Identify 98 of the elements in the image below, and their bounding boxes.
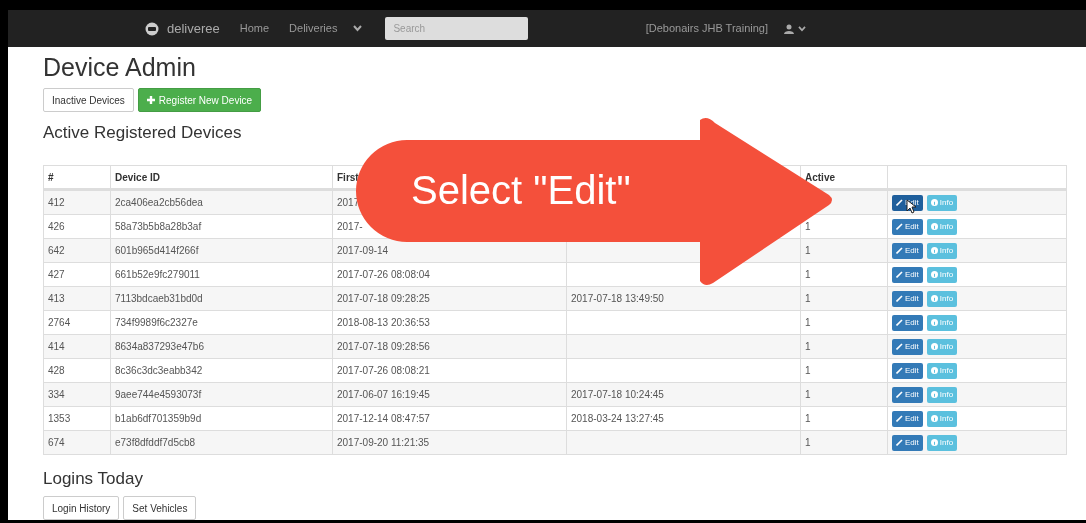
edit-button[interactable]: Edit bbox=[892, 314, 923, 331]
table-cell-text: 8634a837293e47b6 bbox=[115, 340, 204, 354]
secondary-button[interactable]: Set Vehicles bbox=[123, 496, 197, 520]
table-cell-text: 2018-08-13 20:36:53 bbox=[337, 316, 430, 330]
column-header: # bbox=[48, 170, 54, 185]
info-icon bbox=[930, 199, 938, 206]
table-cell-text: 8c36c3dc3eabb342 bbox=[115, 364, 203, 378]
table-cell-text: 413 bbox=[48, 292, 65, 306]
table-cell-text: 1 bbox=[805, 220, 811, 234]
table-cell-text: 734f9989f6c2327e bbox=[115, 316, 198, 330]
logo-icon bbox=[145, 21, 159, 36]
pencil-icon bbox=[896, 391, 903, 398]
pencil-icon bbox=[896, 319, 903, 326]
table-cell-text: 428 bbox=[48, 364, 65, 378]
table-cell-text: 58a73b5b8a28b3af bbox=[115, 220, 202, 234]
table-cell-text: 2017-07-18 09:28:56 bbox=[337, 340, 430, 354]
info-icon bbox=[930, 223, 938, 230]
pencil-icon bbox=[896, 271, 903, 278]
table-cell-text: 414 bbox=[48, 340, 65, 354]
table-cell-text: 661b52e9fc279011 bbox=[115, 268, 200, 282]
table-cell-text: 2ca406ea2cb56dea bbox=[115, 196, 203, 210]
table-cell-text: 412 bbox=[48, 196, 65, 210]
column-header: First bbox=[337, 170, 359, 185]
table-cell-text: 1 bbox=[805, 292, 811, 306]
edit-button[interactable]: Edit bbox=[892, 218, 923, 235]
table-cell-text: 334 bbox=[48, 388, 65, 402]
search-field[interactable]: Search bbox=[385, 17, 529, 40]
section-title: Logins Today bbox=[43, 468, 144, 490]
info-icon bbox=[930, 415, 938, 422]
nav-link[interactable]: Deliveries bbox=[289, 20, 338, 37]
chevron-down-icon[interactable] bbox=[353, 25, 363, 32]
info-icon bbox=[930, 367, 938, 374]
table-cell-text: 2017-07-18 13:49:50 bbox=[571, 292, 664, 306]
info-icon bbox=[930, 439, 938, 446]
edit-button[interactable]: Edit bbox=[892, 242, 923, 259]
table-cell-text: 2017- bbox=[337, 220, 363, 234]
pencil-icon bbox=[896, 439, 903, 446]
pencil-icon bbox=[896, 295, 903, 302]
edit-button[interactable]: Edit bbox=[892, 362, 923, 379]
pencil-icon bbox=[896, 343, 903, 350]
edit-button[interactable]: Edit bbox=[892, 338, 923, 355]
brand-name[interactable]: deliveree bbox=[167, 18, 220, 39]
table-cell-text: 9aee744e4593073f bbox=[115, 388, 202, 402]
table-cell-text: 1353 bbox=[48, 412, 71, 426]
edit-button[interactable]: Edit bbox=[892, 290, 923, 307]
table-cell-text: e73f8dfddf7d5cb8 bbox=[115, 436, 196, 450]
table-cell-text: 426 bbox=[48, 220, 65, 234]
pencil-icon bbox=[896, 415, 903, 422]
table-cell-text: 1 bbox=[805, 388, 811, 402]
secondary-button[interactable]: Login History bbox=[43, 496, 120, 520]
table-cell-text: 2017-06-07 16:19:45 bbox=[337, 388, 430, 402]
info-icon bbox=[930, 343, 938, 350]
section-title: Active Registered Devices bbox=[43, 122, 243, 144]
table-cell-text: 1 bbox=[805, 244, 811, 258]
table-cell-text: 674 bbox=[48, 436, 65, 450]
register-button[interactable]: Register New Device bbox=[137, 88, 262, 112]
info-icon bbox=[930, 295, 938, 302]
user-icon[interactable] bbox=[784, 23, 794, 34]
column-header: Device ID bbox=[115, 170, 161, 185]
table-cell-text: 2764 bbox=[48, 316, 71, 330]
info-icon bbox=[930, 319, 938, 326]
table-cell-text: 1 bbox=[805, 364, 811, 378]
edit-button[interactable]: Edit bbox=[892, 410, 923, 427]
info-icon bbox=[930, 391, 938, 398]
table-cell-text: 2017-07-18 09:28:25 bbox=[337, 292, 430, 306]
info-icon bbox=[930, 271, 938, 278]
info-icon bbox=[930, 247, 938, 254]
table-cell-text: 7113bdcaeb31bd0d bbox=[115, 292, 203, 306]
table-cell-text: 1 bbox=[805, 340, 811, 354]
table-cell-text: 2017-09-14 bbox=[337, 244, 389, 258]
pencil-icon bbox=[896, 247, 903, 254]
table-cell-text: b1ab6df701359b9d bbox=[115, 412, 202, 426]
edit-button[interactable]: Edit bbox=[892, 434, 923, 451]
table-cell-text: 1 bbox=[805, 316, 811, 330]
pencil-icon bbox=[896, 367, 903, 374]
callout-text: Select "Edit" bbox=[411, 167, 631, 214]
table-cell-text: 1 bbox=[805, 412, 811, 426]
pencil-icon bbox=[896, 223, 903, 230]
table-cell-text: 2017-07-26 08:08:21 bbox=[337, 364, 430, 378]
column-header: Active bbox=[805, 170, 835, 185]
account-name[interactable]: [Debonairs JHB Training] bbox=[645, 20, 768, 37]
pencil-icon bbox=[896, 199, 903, 206]
edit-button[interactable]: Edit bbox=[892, 386, 923, 403]
chevron-down-icon[interactable] bbox=[798, 25, 806, 32]
table-cell-text: 1 bbox=[805, 436, 811, 450]
table-cell-text: 2018-03-24 13:27:45 bbox=[571, 412, 664, 426]
table-cell-text: 2017-09-20 11:21:35 bbox=[337, 436, 430, 450]
table-cell-text: 1 bbox=[805, 268, 811, 282]
table-cell-text: 642 bbox=[48, 244, 65, 258]
plus-icon bbox=[146, 96, 155, 104]
table-cell-text: 601b965d414f266f bbox=[115, 244, 199, 258]
edit-button[interactable]: Edit bbox=[892, 266, 923, 283]
page-title: Device Admin bbox=[43, 52, 197, 83]
table-cell-text: 2017-12-14 08:47:57 bbox=[337, 412, 430, 426]
table-cell-text: 2017-07-26 08:08:04 bbox=[337, 268, 430, 282]
table-cell-text: 427 bbox=[48, 268, 65, 282]
table-cell-text: 2017-07-18 10:24:45 bbox=[571, 388, 664, 402]
nav-link[interactable]: Home bbox=[239, 20, 270, 37]
